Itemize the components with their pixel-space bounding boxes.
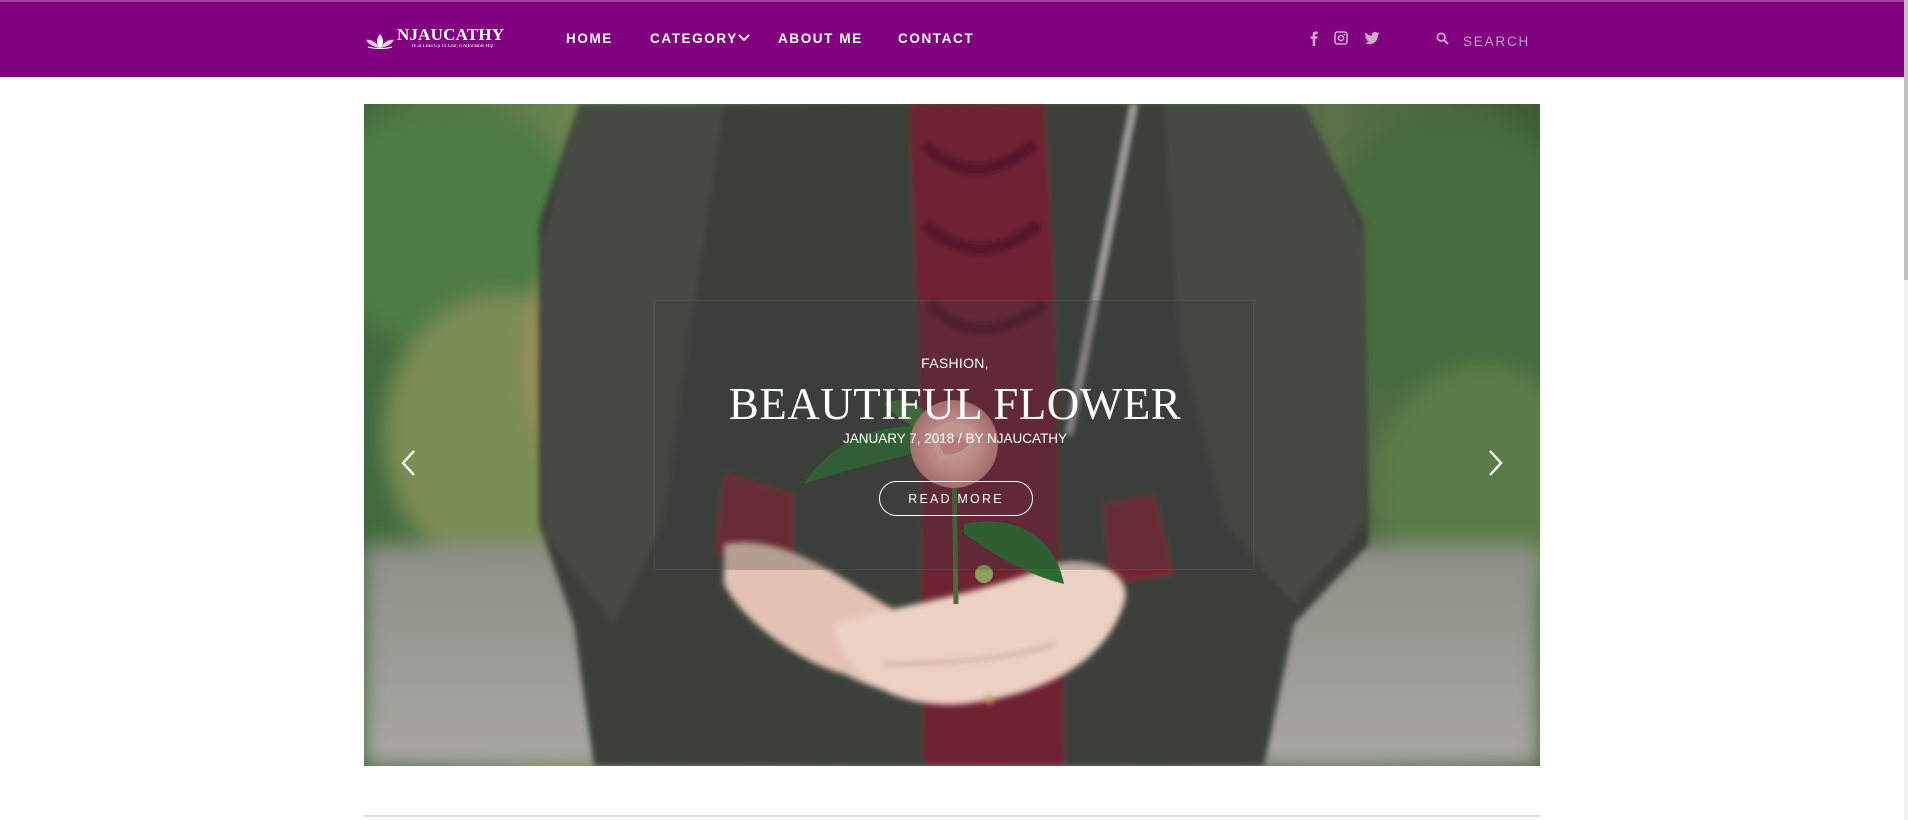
- facebook-icon[interactable]: [1309, 30, 1319, 46]
- logo-name: NJAUCATHY: [397, 25, 505, 44]
- twitter-icon[interactable]: [1364, 30, 1380, 46]
- read-more-button[interactable]: READ MORE: [879, 481, 1033, 516]
- logo-tagline: Th at Lead Up To Lear, o Affordable Hip: [411, 44, 494, 49]
- slide-category-link[interactable]: FASHION,: [655, 355, 1255, 371]
- chevron-left-icon[interactable]: [394, 446, 424, 480]
- slide-meta: JANUARY 7, 2018 / BY NJAUCATHY: [842, 431, 1068, 446]
- section-divider: [364, 815, 1540, 817]
- page-scrollbar-thumb[interactable]: [1904, 0, 1908, 280]
- nav-home[interactable]: HOME: [566, 30, 613, 48]
- instagram-icon[interactable]: [1334, 30, 1348, 46]
- search-icon[interactable]: [1436, 32, 1449, 45]
- slide-caption: FASHION, BEAUTIFUL FLOWER JANUARY 7, 201…: [654, 300, 1254, 570]
- lotus-logo-icon: [366, 34, 394, 49]
- chevron-right-icon[interactable]: [1480, 446, 1510, 480]
- nav-category[interactable]: CATEGORY: [650, 30, 738, 48]
- chevron-down-icon[interactable]: [737, 33, 751, 43]
- nav-about-me[interactable]: ABOUT ME: [778, 30, 863, 48]
- site-logo[interactable]: NJAUCATHY Th at Lead Up To Lear, o Affor…: [364, 26, 504, 56]
- nav-contact[interactable]: CONTACT: [898, 30, 974, 48]
- search-input[interactable]: [1463, 31, 1563, 51]
- slide-title[interactable]: BEAUTIFUL FLOWER: [655, 379, 1255, 429]
- hero-slider: FASHION, BEAUTIFUL FLOWER JANUARY 7, 201…: [364, 104, 1540, 766]
